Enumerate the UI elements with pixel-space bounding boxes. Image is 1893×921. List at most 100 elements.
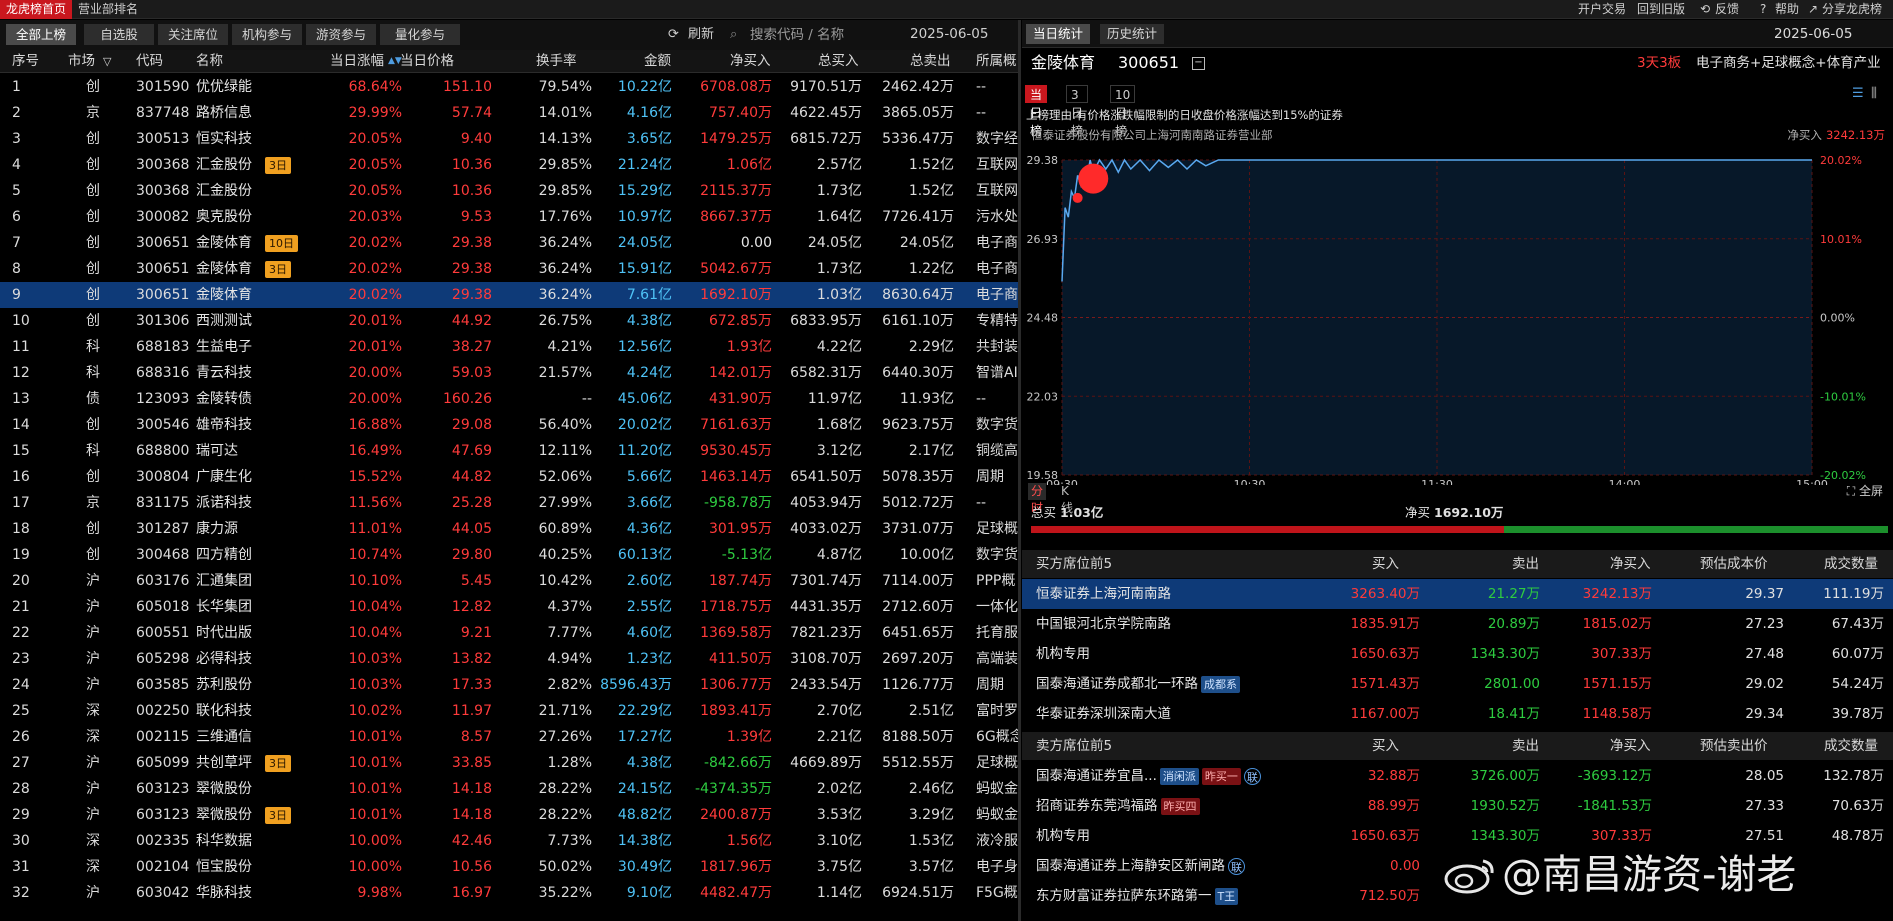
buy-head-cost[interactable]: 预估成本价 [1700,550,1768,578]
table-row[interactable]: 25 深 002250 联化科技 10.02% 11.97 21.71% 22.29亿 1893… [0,698,1018,724]
buy-head-buy[interactable]: 买入 [1372,550,1399,578]
list-view-icon[interactable]: ☰ [1852,86,1864,101]
table-row[interactable]: 16 创 300804 广康生化 15.52% 44.82 52.06% 5.66亿 1463.… [0,464,1018,490]
tab-today-list[interactable]: 当日榜 [1025,85,1048,138]
table-row[interactable]: 11 科 688183 生益电子 20.01% 38.27 4.21% 12.56亿 1.93亿… [0,334,1018,360]
table-row[interactable]: 5 创 300368 汇金股份 20.05% 10.36 29.85% 15.29亿 2115.… [0,178,1018,204]
col-net-buy[interactable]: 净买入 [730,50,771,73]
col-code[interactable]: 代码 [136,50,163,73]
seat-name[interactable]: 东方财富证券拉萨东环路第一 [1036,888,1212,904]
table-row[interactable]: 28 沪 603123 翠微股份 10.01% 14.18 28.22% 24.15亿 -437… [0,776,1018,802]
col-change[interactable]: 当日涨幅 [330,50,384,73]
seat-tag-badge[interactable]: 成都系 [1201,675,1240,693]
table-row[interactable]: 15 科 688800 瑞可达 16.49% 47.69 12.11% 11.20亿 9530.… [0,438,1018,464]
search-input[interactable] [728,22,898,47]
fullscreen-button[interactable]: ⛶ 全屏 [1847,483,1883,500]
seat-row[interactable]: 机构专用 1650.63万 1343.30万 307.33万 27.48 60.07万 [1022,639,1893,669]
col-seq[interactable]: 序号 [12,50,39,73]
table-row[interactable]: 17 京 831175 派诺科技 11.56% 25.28 27.99% 3.66亿 -958.… [0,490,1018,516]
col-turnover[interactable]: 换手率 [536,50,577,73]
sell-head-vol[interactable]: 成交数量 [1824,732,1878,760]
table-row[interactable]: 7 创 300651 金陵体育 20.02% 29.38 36.24% 24.05亿 0.00 2… [0,230,1018,256]
table-row[interactable]: 27 沪 605099 共创草坪 10.01% 33.85 1.28% 4.38亿 -842.6… [0,750,1018,776]
table-row[interactable]: 3 创 300513 恒实科技 20.05% 9.40 14.13% 3.65亿 1479.25… [0,126,1018,152]
table-row[interactable]: 31 深 002104 恒宝股份 10.00% 10.56 50.02% 30.49亿 1817… [0,854,1018,880]
seat-row[interactable]: 中国银河北京学院南路 1835.91万 20.89万 1815.02万 27.23 67.… [1022,609,1893,639]
seat-tag-badge[interactable]: 联 [1228,857,1245,875]
table-row[interactable]: 8 创 300651 金陵体育 20.02% 29.38 36.24% 15.91亿 5042.… [0,256,1018,282]
table-row[interactable]: 32 沪 603042 华脉科技 9.98% 16.97 35.22% 9.10亿 4482.4… [0,880,1018,906]
seat-name[interactable]: 国泰海通证券成都北一环路 [1036,676,1198,692]
buy-head-vol[interactable]: 成交数量 [1824,550,1878,578]
consecutive-days-badge[interactable]: 3日 [265,157,291,174]
bar-view-icon[interactable]: ⫼ [1871,86,1877,101]
tab-hot-money[interactable]: 游资参与 [306,24,376,45]
open-account-link[interactable]: 开户交易 [1578,0,1626,19]
tab-history-stats[interactable]: 历史统计 [1100,24,1165,44]
sell-head-buy[interactable]: 买入 [1372,732,1399,760]
buy-head-net[interactable]: 净买入 [1610,550,1651,578]
seat-name[interactable]: 国泰海通证券宜昌... [1036,768,1157,784]
consecutive-days-badge[interactable]: 3日 [265,755,291,772]
table-row[interactable]: 20 沪 603176 汇通集团 10.10% 5.45 10.42% 2.60亿 187.74… [0,568,1018,594]
date-picker[interactable]: 2025-06-05 [910,24,988,45]
intraday-chart[interactable]: 29.38 20.02% 26.93 10.01% 24.48 0.00% 22.03 -10… [1022,145,1893,491]
seat-tag-badge[interactable]: 昨买一 [1201,767,1241,785]
tab-today-stats[interactable]: 当日统计 [1026,24,1091,44]
sell-head-price[interactable]: 预估卖出价 [1700,732,1768,760]
col-price[interactable]: 当日价格 [400,50,454,73]
seat-tag-badge[interactable]: 消闲派 [1159,767,1199,785]
seat-row[interactable]: 国泰海通证券宜昌... 消闲派 昨买一联 32.88万 3726.00万 -3693.12… [1022,761,1893,791]
seat-tag-badge[interactable]: T王 [1214,887,1239,905]
buy-head-sell[interactable]: 卖出 [1512,550,1539,578]
seat-name[interactable]: 招商证券东莞鸿福路 [1036,798,1158,814]
seat-name[interactable]: 中国银河北京学院南路 [1036,616,1171,632]
table-row[interactable]: 13 债 123093 金陵转债 20.00% 160.26 -- 45.06亿 431.90万… [0,386,1018,412]
table-row[interactable]: 9 创 300651 金陵体育 20.02% 29.38 36.24% 7.61亿 1692.1… [0,282,1018,308]
tab-branch-ranking[interactable]: 营业部排名 [72,0,144,19]
tab-3day-list[interactable]: 3日榜 [1066,85,1088,138]
table-row[interactable]: 22 沪 600551 时代出版 10.04% 9.21 7.77% 4.60亿 1369.58… [0,620,1018,646]
col-concept[interactable]: 所属概 [976,50,1017,73]
table-row[interactable]: 19 创 300468 四方精创 10.74% 29.80 40.25% 60.13亿 -5.1… [0,542,1018,568]
refresh-button[interactable]: 刷新 [688,24,714,45]
table-row[interactable]: 2 京 837748 路桥信息 29.99% 57.74 14.01% 4.16亿 757.40… [0,100,1018,126]
seat-tag-badge[interactable]: 联 [1243,767,1261,785]
help-link[interactable]: 帮助 [1775,0,1799,19]
back-old-version-link[interactable]: 回到旧版 [1637,0,1685,19]
table-row[interactable]: 23 沪 605298 必得科技 10.03% 13.82 4.94% 1.23亿 411.50… [0,646,1018,672]
tab-institution[interactable]: 机构参与 [232,24,302,45]
panel-splitter[interactable] [1018,20,1021,921]
seat-row[interactable]: 招商证券东莞鸿福路 昨买四 88.99万 1930.52万 -1841.53万 27.33… [1022,791,1893,821]
seat-name[interactable]: 机构专用 [1036,828,1090,844]
tab-quant[interactable]: 量化参与 [380,24,460,45]
tab-timeshare[interactable]: 分时 [1028,483,1047,515]
tab-all-listed[interactable]: 全部上榜 [6,24,76,45]
seat-row[interactable]: 恒泰证券上海河南南路 3263.40万 21.27万 3242.13万 29.37 111… [1022,579,1893,609]
seat-tag-badge[interactable]: 昨买四 [1160,797,1200,815]
feedback-link[interactable]: 反馈 [1715,0,1739,19]
sell-head-net[interactable]: 净买入 [1610,732,1651,760]
consecutive-days-badge[interactable]: 3日 [265,807,291,824]
col-market[interactable]: 市场 [68,50,95,73]
table-row[interactable]: 26 深 002115 三维通信 10.01% 8.57 27.26% 17.27亿 1.39亿… [0,724,1018,750]
table-row[interactable]: 24 沪 603585 苏利股份 10.03% 17.33 2.82% 8596.43万 130… [0,672,1018,698]
tab-followed-seats[interactable]: 关注席位 [158,24,228,45]
table-row[interactable]: 10 创 301306 西测测试 20.01% 44.92 26.75% 4.38亿 672.8… [0,308,1018,334]
seat-row[interactable]: 华泰证券深圳深南大道 1167.00万 18.41万 1148.58万 29.34 39.… [1022,699,1893,729]
collapse-icon[interactable]: − [1192,57,1205,70]
seat-name[interactable]: 华泰证券深圳深南大道 [1036,706,1171,722]
seat-name[interactable]: 机构专用 [1036,646,1090,662]
table-row[interactable]: 1 创 301590 优优绿能 68.64% 151.10 79.54% 10.22亿 6708… [0,74,1018,100]
table-row[interactable]: 12 科 688316 青云科技 20.00% 59.03 21.57% 4.24亿 142.0… [0,360,1018,386]
sell-head-sell[interactable]: 卖出 [1512,732,1539,760]
col-name[interactable]: 名称 [196,50,223,73]
filter-icon[interactable]: ▽ [103,50,111,73]
table-row[interactable]: 14 创 300546 雄帝科技 16.88% 29.08 56.40% 20.02亿 7161… [0,412,1018,438]
tab-kline[interactable]: K线 [1058,483,1076,515]
detail-date[interactable]: 2025-06-05 [1774,20,1852,48]
tab-lhb-home[interactable]: 龙虎榜首页 [0,0,73,19]
seat-row[interactable]: 国泰海通证券成都北一环路 成都系 1571.43万 2801.00 1571.15万 29… [1022,669,1893,699]
consecutive-days-badge[interactable]: 3日 [265,261,291,278]
tab-10day-list[interactable]: 10日榜 [1110,85,1136,138]
